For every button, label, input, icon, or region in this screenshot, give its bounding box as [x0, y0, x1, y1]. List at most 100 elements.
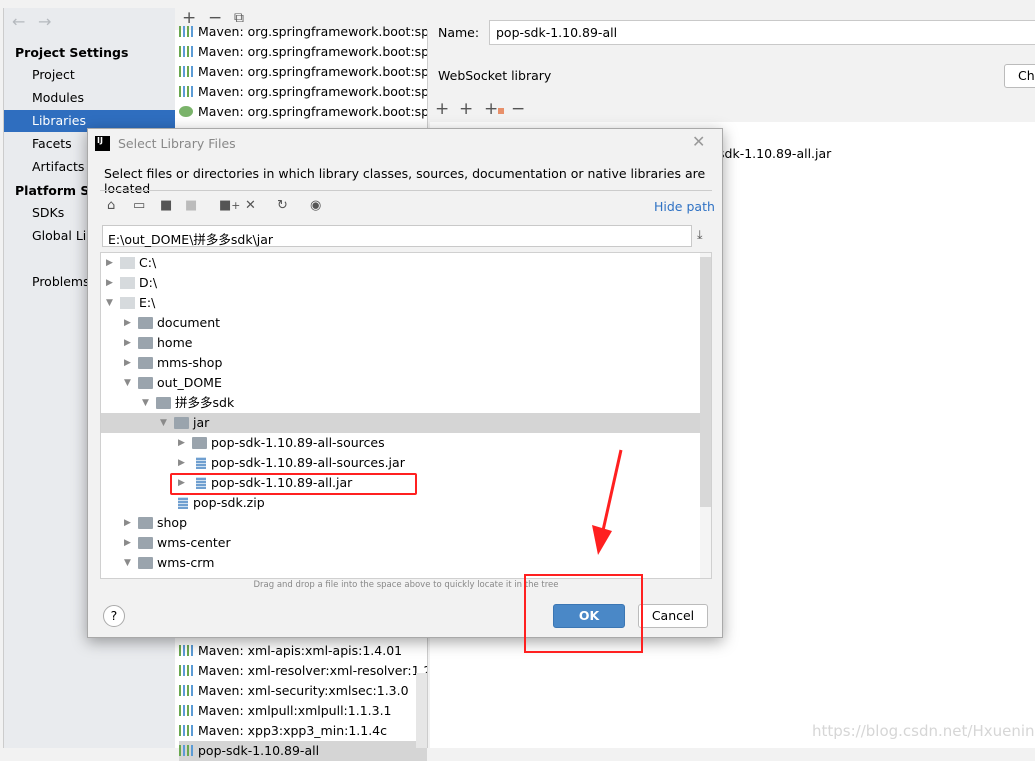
tree-item-label: D:\: [139, 275, 158, 290]
library-name: Maven: xml-security:xmlsec:1.3.0: [198, 683, 409, 698]
dialog-description: Select files or directories in which lib…: [104, 166, 706, 196]
chevron-right-icon[interactable]: ▶: [178, 433, 185, 453]
library-item[interactable]: Maven: org.springframework.boot:spring: [179, 82, 427, 102]
library-item[interactable]: Maven: xml-security:xmlsec:1.3.0: [179, 681, 427, 701]
folder-icon: [174, 417, 189, 429]
annotation-arrow: [592, 449, 623, 555]
project-folder-icon[interactable]: ■: [160, 198, 172, 213]
tree-item-label: mms-shop: [157, 355, 223, 370]
tree-item-label: pop-sdk.zip: [193, 495, 265, 510]
help-button[interactable]: ?: [103, 605, 125, 627]
chevron-down-icon[interactable]: ▼: [160, 413, 167, 433]
tree-item-label: E:\: [139, 295, 156, 310]
folder-icon: [138, 557, 153, 569]
add-folder-icon[interactable]: +: [484, 99, 505, 119]
delete-icon[interactable]: ✕: [245, 198, 256, 213]
chevron-right-icon[interactable]: ▶: [178, 453, 185, 473]
jar-icon: [178, 497, 188, 509]
module-folder-icon: ■: [185, 198, 198, 213]
drive-icon: [120, 297, 135, 309]
annotation-highlight-ok: [524, 574, 643, 653]
remove-icon[interactable]: −: [511, 99, 525, 119]
hide-path-link[interactable]: Hide path: [654, 199, 715, 214]
change-button[interactable]: Change...: [1004, 64, 1035, 88]
close-icon[interactable]: ✕: [692, 132, 705, 151]
path-input[interactable]: E:\out_DOME\拼多多sdk\jar: [102, 225, 692, 247]
library-item[interactable]: Maven: org.springframework.boot:spring: [179, 62, 427, 82]
chevron-right-icon[interactable]: ▶: [106, 253, 113, 273]
new-folder-icon[interactable]: ■+: [219, 198, 240, 213]
drive-icon: [120, 257, 135, 269]
add-url-icon[interactable]: +: [459, 99, 473, 119]
library-item[interactable]: Maven: xmlpull:xmlpull:1.1.3.1: [179, 701, 427, 721]
nav-modules[interactable]: Modules: [4, 87, 176, 109]
cancel-button[interactable]: Cancel: [638, 604, 708, 628]
library-name: Maven: org.springframework.boot:spring: [198, 24, 427, 39]
name-label: Name:: [438, 25, 480, 40]
folder-icon: [138, 377, 153, 389]
drive-icon: [120, 277, 135, 289]
forward-icon[interactable]: →: [38, 12, 51, 31]
library-item[interactable]: Maven: xml-apis:xml-apis:1.4.01: [179, 641, 427, 661]
library-item[interactable]: Maven: org.springframework.boot:spring: [179, 102, 427, 122]
library-item[interactable]: Maven: xml-resolver:xml-resolver:1.2: [179, 661, 427, 681]
library-name: Maven: xml-apis:xml-apis:1.4.01: [198, 643, 403, 658]
tree-item-label: out_DOME: [157, 375, 222, 390]
maven-library-icon: [179, 665, 193, 676]
refresh-icon[interactable]: ↻: [277, 198, 288, 213]
library-item[interactable]: Maven: org.springframework.boot:spring: [179, 22, 427, 42]
library-name: Maven: org.springframework.boot:spring: [198, 104, 427, 119]
scrollbar[interactable]: [416, 673, 427, 748]
home-icon[interactable]: ⌂: [107, 198, 115, 213]
tree-item-label: 拼多多sdk: [175, 395, 235, 410]
tree-row[interactable]: ▶ home: [101, 333, 701, 353]
tree-row[interactable]: ▶ document: [101, 313, 701, 333]
show-hidden-icon[interactable]: ◉: [310, 198, 321, 213]
tree-row[interactable]: ▶ C:\: [101, 253, 701, 273]
tree-row[interactable]: ▼ jar: [101, 413, 701, 433]
chevron-down-icon[interactable]: ▼: [124, 553, 131, 573]
chevron-right-icon[interactable]: ▶: [106, 273, 113, 293]
tree-row[interactable]: ▼ out_DOME: [101, 373, 701, 393]
jar-icon: [196, 457, 206, 469]
tree-item-label: jar: [193, 415, 210, 430]
library-name: Maven: xpp3:xpp3_min:1.1.4c: [198, 723, 388, 738]
tree-scrollbar[interactable]: [700, 253, 711, 578]
chevron-down-icon[interactable]: ▼: [106, 293, 113, 313]
maven-library-icon: [179, 745, 193, 756]
chevron-right-icon[interactable]: ▶: [124, 513, 131, 533]
tree-item-label: home: [157, 335, 193, 350]
annotation-highlight-file: [170, 473, 417, 495]
nav-project[interactable]: Project: [4, 64, 176, 86]
chevron-down-icon[interactable]: ▼: [124, 373, 131, 393]
tree-row[interactable]: ▶ mms-shop: [101, 353, 701, 373]
chevron-right-icon[interactable]: ▶: [124, 353, 131, 373]
maven-library-icon: [179, 685, 193, 696]
back-icon[interactable]: ←: [12, 12, 25, 31]
chevron-down-icon[interactable]: ▼: [142, 393, 149, 413]
library-name: pop-sdk-1.10.89-all: [198, 743, 320, 758]
maven-library-icon: [179, 66, 193, 77]
chevron-right-icon[interactable]: ▶: [124, 313, 131, 333]
section-project-settings: Project Settings: [15, 45, 129, 60]
chevron-right-icon[interactable]: ▶: [124, 533, 131, 553]
add-icon[interactable]: +: [435, 99, 449, 119]
download-icon[interactable]: ⤓: [697, 227, 703, 243]
tree-row[interactable]: ▼ 拼多多sdk: [101, 393, 701, 413]
tree-row[interactable]: ▼ E:\: [101, 293, 701, 313]
websocket-label: WebSocket library: [438, 68, 552, 83]
library-name: Maven: org.springframework.boot:spring: [198, 64, 427, 79]
tree-row[interactable]: ▶ D:\: [101, 273, 701, 293]
scrollbar-thumb[interactable]: [700, 257, 711, 507]
folder-icon: [138, 357, 153, 369]
folder-icon: [138, 517, 153, 529]
library-item[interactable]: Maven: org.springframework.boot:spring: [179, 42, 427, 62]
tree-item-label: pop-sdk-1.10.89-all-sources.jar: [211, 455, 405, 470]
library-item[interactable]: pop-sdk-1.10.89-all: [179, 741, 427, 761]
tree-item-label: C:\: [139, 255, 157, 270]
desktop-icon[interactable]: ▭: [133, 198, 145, 213]
library-item[interactable]: Maven: xpp3:xpp3_min:1.1.4c: [179, 721, 427, 741]
name-input[interactable]: pop-sdk-1.10.89-all: [489, 20, 1035, 45]
chevron-right-icon[interactable]: ▶: [124, 333, 131, 353]
library-name: Maven: xmlpull:xmlpull:1.1.3.1: [198, 703, 392, 718]
